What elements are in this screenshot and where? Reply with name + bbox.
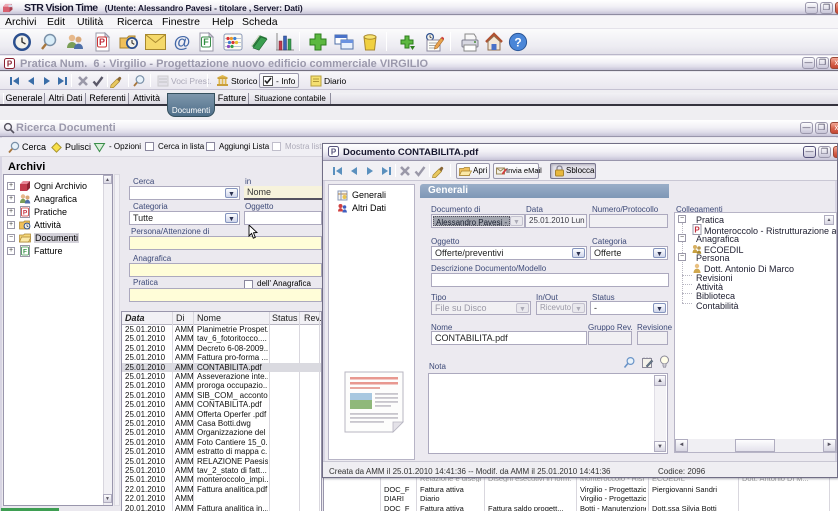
svg-text:F: F [203,37,209,47]
svg-text:F: F [23,249,27,256]
svg-text:P: P [331,148,337,157]
svg-text:P: P [99,37,105,47]
svg-text:P: P [7,60,13,69]
svg-text:?: ? [514,36,521,50]
svg-text:P: P [23,210,28,217]
svg-text:@: @ [174,33,191,52]
